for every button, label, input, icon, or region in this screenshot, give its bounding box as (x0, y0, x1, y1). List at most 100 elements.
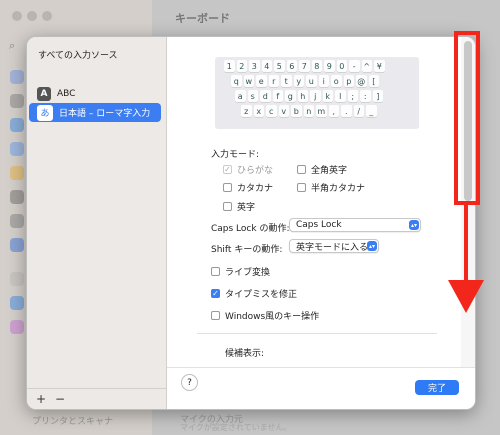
mode-katakana-checkbox[interactable]: カタカナ (223, 181, 273, 194)
keyboard-row-4: z x c v b n m , . / _ (241, 105, 417, 117)
minimize-window-icon[interactable] (27, 11, 37, 21)
key: x (253, 105, 264, 117)
live-conversion-checkbox[interactable]: ライブ変換 (211, 265, 270, 278)
input-sources-list: すべての入力ソース A ABC あ 日本語 – ローマ字入力 + − (27, 37, 167, 409)
checkbox-icon (223, 202, 232, 211)
key: r (268, 75, 279, 87)
key: n (303, 105, 314, 117)
key: w (243, 75, 254, 87)
mode-hiragana-checkbox[interactable]: ✓ ひらがな (223, 163, 273, 176)
hand-icon (10, 70, 24, 84)
scrollbar-highlight-box (454, 31, 480, 205)
key: 2 (236, 60, 247, 72)
mode-fullwidth-roman-checkbox[interactable]: 全角英字 (297, 163, 347, 176)
key: , (328, 105, 339, 117)
key: b (291, 105, 302, 117)
shift-key-select[interactable]: 英字モードに入る ▴▾ (289, 239, 379, 253)
lock-icon (10, 190, 24, 204)
key: q (231, 75, 242, 87)
scroll-down-arrow-shaft (464, 205, 468, 283)
mic-status-text: マイクが設定されていません。 (180, 423, 292, 432)
key: i (318, 75, 329, 87)
printers-label: プリンタとスキャナ (32, 417, 114, 427)
checkbox-icon (211, 267, 220, 276)
key: ¥ (374, 60, 385, 72)
key: ] (372, 90, 383, 102)
sidebar-icons (10, 70, 26, 344)
keyboard-row-1: 1 2 3 4 5 6 7 8 9 0 - ^ ¥ (224, 60, 417, 72)
key: k (322, 90, 333, 102)
remove-source-button[interactable]: − (55, 392, 65, 406)
key: y (293, 75, 304, 87)
abc-source-icon: A (37, 86, 51, 101)
key: 8 (311, 60, 322, 72)
wallpaper-icon (10, 142, 24, 156)
option-label: ライブ変換 (225, 268, 271, 278)
windows-keys-checkbox[interactable]: Windows風のキー操作 (211, 309, 319, 322)
help-button[interactable]: ? (181, 374, 198, 391)
option-label: Windows風のキー操作 (225, 312, 320, 322)
display-icon (10, 118, 24, 132)
key: 6 (286, 60, 297, 72)
add-source-button[interactable]: + (36, 392, 46, 406)
key: ^ (361, 60, 372, 72)
key: [ (368, 75, 379, 87)
footer-divider (167, 367, 475, 368)
key: d (260, 90, 271, 102)
key: p (343, 75, 354, 87)
key: h (297, 90, 308, 102)
checkmark-icon: ✓ (223, 164, 232, 174)
key: / (353, 105, 364, 117)
option-label: 全角英字 (311, 166, 348, 176)
source-list-footer: + − (27, 388, 166, 409)
caps-lock-select[interactable]: Caps Lock ▴▾ (289, 218, 421, 232)
mode-halfwidth-katakana-checkbox[interactable]: 半角カタカナ (297, 181, 365, 194)
source-item-label: 日本語 – ローマ字入力 (59, 109, 151, 119)
users-icon (10, 238, 24, 252)
checkbox-icon (211, 311, 220, 320)
option-label: ひらがな (237, 166, 274, 176)
option-label: 半角カタカナ (311, 184, 366, 194)
checkbox-icon (223, 183, 232, 192)
key: . (341, 105, 352, 117)
key: s (247, 90, 258, 102)
checkmark-icon: ✓ (211, 288, 220, 298)
shift-key-value: 英字モードに入る (296, 242, 369, 253)
source-item-abc[interactable]: A ABC (29, 84, 161, 103)
option-label: 英字 (237, 203, 256, 213)
key: 0 (336, 60, 347, 72)
keyboard-row-2: q w e r t y u i o p @ [ (231, 75, 417, 87)
key: @ (356, 75, 367, 87)
typo-correction-checkbox[interactable]: ✓ タイプミスを修正 (211, 287, 297, 300)
input-sources-dialog: すべての入力ソース A ABC あ 日本語 – ローマ字入力 + − 1 2 3… (26, 36, 476, 410)
source-item-label: ABC (57, 88, 76, 99)
mode-roman-checkbox[interactable]: 英字 (223, 200, 255, 213)
general-icon (10, 94, 24, 108)
caps-lock-value: Caps Lock (296, 220, 342, 230)
checkbox-icon (297, 183, 306, 192)
keyboard-row-3: a s d f g h j k l ; : ] (235, 90, 417, 102)
search-icon: ⌕ (9, 39, 16, 52)
key: 9 (324, 60, 335, 72)
accounts-icon (10, 272, 24, 286)
checkbox-icon (297, 165, 306, 174)
key: - (349, 60, 360, 72)
key: 1 (224, 60, 235, 72)
scroll-down-arrow-icon (448, 280, 484, 313)
source-item-japanese[interactable]: あ 日本語 – ローマ字入力 (29, 103, 161, 122)
done-button[interactable]: 完了 (415, 380, 459, 395)
option-label: カタカナ (237, 184, 274, 194)
internet-accounts-icon (10, 296, 24, 310)
zoom-window-icon[interactable] (42, 11, 52, 21)
key: u (306, 75, 317, 87)
key: _ (366, 105, 377, 117)
key: 4 (261, 60, 272, 72)
key: 5 (274, 60, 285, 72)
keyboard-layout-preview: 1 2 3 4 5 6 7 8 9 0 - ^ ¥ q w e r t y u … (215, 57, 419, 129)
chevron-updown-icon: ▴▾ (367, 241, 377, 251)
key: f (272, 90, 283, 102)
close-window-icon[interactable] (12, 11, 22, 21)
key: j (310, 90, 321, 102)
key: l (335, 90, 346, 102)
option-label: タイプミスを修正 (225, 290, 298, 300)
